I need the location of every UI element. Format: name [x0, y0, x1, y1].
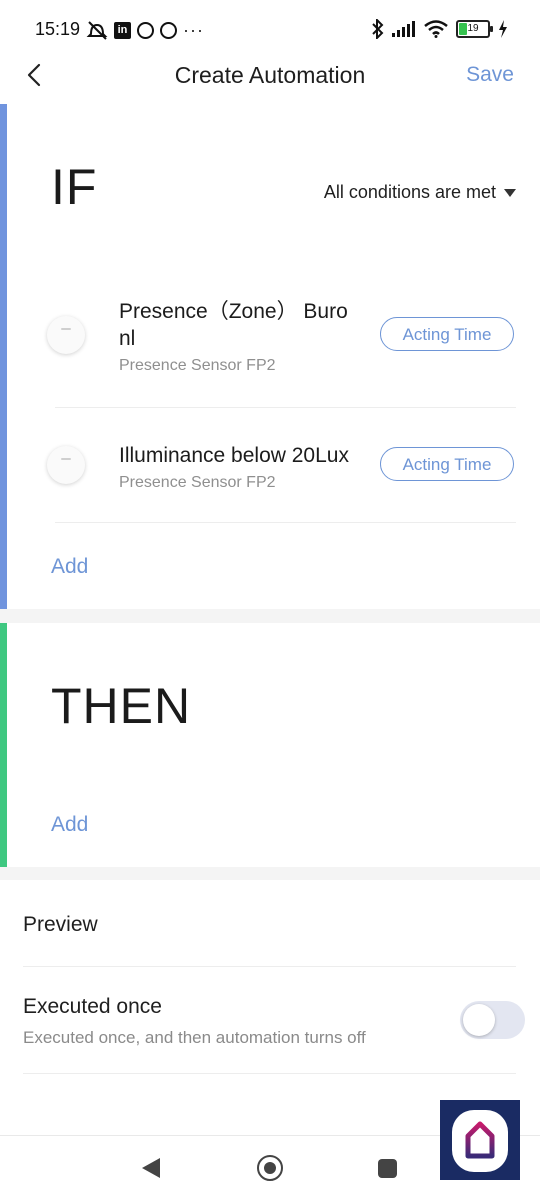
divider — [23, 1073, 516, 1074]
status-left-icons: in ··· — [86, 19, 204, 41]
acting-time-button[interactable]: Acting Time — [380, 447, 514, 481]
condition-mode-dropdown[interactable]: All conditions are met — [324, 182, 516, 203]
if-heading: IF — [51, 159, 98, 215]
app-logo-badge — [440, 1100, 520, 1180]
signal-icon — [392, 21, 415, 37]
condition-subtitle: Presence Sensor FP2 — [119, 474, 276, 491]
condition-title: Illuminance below 20Lux — [119, 444, 349, 467]
battery-level: 19 — [467, 23, 479, 34]
more-dots-icon: ··· — [183, 20, 204, 40]
add-condition-button[interactable]: Add — [51, 555, 88, 579]
app-header: Create Automation Save — [0, 50, 540, 105]
bluetooth-icon — [372, 19, 384, 39]
executed-once-title: Executed once — [23, 995, 162, 1018]
then-accent-bar — [0, 623, 7, 867]
nav-home-icon[interactable] — [257, 1155, 283, 1181]
presence-sensor-icon — [47, 316, 85, 354]
condition-mode-label: All conditions are met — [323, 182, 496, 202]
divider — [55, 522, 516, 523]
condition-subtitle: Presence Sensor FP2 — [119, 357, 276, 374]
status-time: 15:19 — [35, 19, 81, 39]
section-gap — [0, 867, 540, 880]
executed-once-subtitle: Executed once, and then automation turns… — [23, 1028, 366, 1047]
circle-icon — [160, 21, 177, 39]
status-right-icons: 19 — [372, 18, 508, 40]
condition-item[interactable]: Presence（Zone） Buro nl Presence Sensor F… — [0, 294, 540, 404]
acting-time-button[interactable]: Acting Time — [380, 317, 514, 351]
condition-item[interactable]: Illuminance below 20Lux Presence Sensor … — [0, 434, 540, 514]
divider — [55, 407, 516, 408]
toggle-knob — [463, 1004, 495, 1036]
condition-title: Presence（Zone） Buro nl — [119, 300, 348, 350]
circle-icon — [137, 21, 154, 39]
nav-recents-icon[interactable] — [378, 1159, 397, 1178]
dropdown-triangle-icon — [504, 188, 516, 197]
app-logo-tile — [452, 1110, 508, 1172]
divider — [23, 966, 516, 967]
charging-icon — [499, 20, 507, 38]
muted-alarm-icon — [86, 21, 108, 40]
battery-icon: 19 — [456, 20, 493, 38]
add-action-button[interactable]: Add — [51, 813, 88, 837]
section-gap — [0, 609, 540, 623]
page-title: Create Automation — [174, 62, 366, 88]
save-button[interactable]: Save — [466, 63, 514, 87]
wifi-icon — [424, 20, 448, 38]
home-logo-icon — [465, 1121, 495, 1159]
preview-item[interactable]: Preview — [23, 913, 98, 937]
then-section: THEN Add — [0, 623, 540, 867]
nav-back-icon[interactable] — [142, 1158, 160, 1178]
then-heading: THEN — [51, 678, 192, 734]
if-section: IF All conditions are met Presence（Zone）… — [0, 104, 540, 609]
executed-once-toggle[interactable] — [460, 1001, 525, 1039]
presence-sensor-icon — [47, 446, 85, 484]
linkedin-icon: in — [114, 21, 131, 39]
